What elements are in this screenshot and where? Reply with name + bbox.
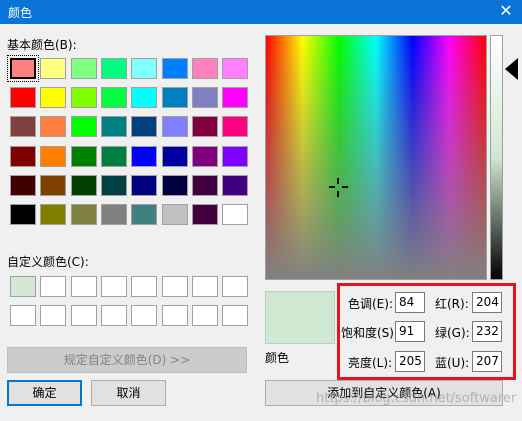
basic-color-swatch[interactable] — [71, 58, 97, 79]
basic-color-swatch[interactable] — [192, 87, 218, 108]
basic-color-swatch[interactable] — [131, 116, 157, 137]
basic-color-swatch[interactable] — [40, 146, 66, 167]
basic-color-swatch[interactable] — [222, 116, 248, 137]
preview-label: 颜色 — [265, 351, 290, 365]
custom-color-swatch[interactable] — [162, 276, 188, 297]
basic-color-swatch[interactable] — [222, 146, 248, 167]
custom-color-swatch[interactable] — [222, 305, 248, 326]
ok-button[interactable]: 确定 — [7, 380, 82, 406]
basic-color-swatch[interactable] — [71, 146, 97, 167]
basic-color-swatch[interactable] — [40, 58, 66, 79]
window-title: 颜色 — [8, 6, 33, 20]
custom-colors-label: 自定义颜色(C): — [7, 255, 89, 269]
custom-color-swatch[interactable] — [101, 305, 127, 326]
hue-field[interactable]: 84 — [395, 292, 425, 313]
crosshair-icon[interactable] — [329, 178, 348, 197]
basic-color-swatch[interactable] — [162, 204, 188, 225]
custom-color-swatch[interactable] — [192, 276, 218, 297]
luminosity-bar[interactable] — [490, 35, 503, 280]
title-bar: 颜色 ✕ — [0, 0, 522, 24]
basic-color-swatch[interactable] — [192, 175, 218, 196]
basic-color-swatch[interactable] — [222, 175, 248, 196]
basic-color-swatch[interactable] — [131, 87, 157, 108]
basic-color-swatch[interactable] — [222, 87, 248, 108]
basic-color-swatch[interactable] — [162, 146, 188, 167]
basic-color-swatch[interactable] — [10, 175, 36, 196]
basic-color-swatch[interactable] — [131, 58, 157, 79]
custom-color-swatch[interactable] — [40, 276, 66, 297]
custom-color-swatch[interactable] — [101, 276, 127, 297]
define-custom-colors-button[interactable]: 规定自定义颜色(D) >> — [7, 347, 247, 373]
basic-color-swatch[interactable] — [192, 204, 218, 225]
custom-color-swatch[interactable] — [131, 276, 157, 297]
custom-color-swatch[interactable] — [131, 305, 157, 326]
close-icon[interactable]: ✕ — [496, 1, 516, 21]
blue-field[interactable]: 207 — [472, 351, 502, 372]
basic-color-swatch[interactable] — [131, 175, 157, 196]
sat-label: 饱和度(S): — [341, 326, 399, 340]
basic-color-swatch[interactable] — [101, 204, 127, 225]
lum-field[interactable]: 205 — [395, 351, 425, 372]
basic-color-swatch[interactable] — [40, 87, 66, 108]
basic-color-swatch[interactable] — [222, 204, 248, 225]
basic-color-swatch[interactable] — [162, 58, 188, 79]
custom-color-swatch[interactable] — [71, 276, 97, 297]
basic-color-swatch[interactable] — [101, 87, 127, 108]
basic-color-swatch[interactable] — [71, 175, 97, 196]
basic-color-swatch[interactable] — [71, 87, 97, 108]
basic-color-swatch[interactable] — [192, 58, 218, 79]
basic-color-swatch[interactable] — [101, 58, 127, 79]
basic-color-swatch[interactable] — [71, 116, 97, 137]
custom-color-swatch[interactable] — [10, 305, 36, 326]
lum-label: 亮度(L): — [348, 356, 393, 370]
basic-color-swatch[interactable] — [192, 116, 218, 137]
blue-label: 蓝(U): — [435, 356, 470, 370]
custom-color-swatch[interactable] — [10, 276, 36, 297]
basic-color-swatch[interactable] — [10, 116, 36, 137]
basic-colors-label: 基本颜色(B): — [7, 38, 77, 52]
basic-color-swatch[interactable] — [40, 175, 66, 196]
basic-color-swatch[interactable] — [131, 204, 157, 225]
basic-color-swatch[interactable] — [40, 116, 66, 137]
basic-color-swatch[interactable] — [222, 58, 248, 79]
color-spectrum[interactable] — [265, 35, 487, 280]
sat-field[interactable]: 91 — [395, 321, 425, 342]
basic-color-swatch[interactable] — [131, 146, 157, 167]
basic-color-swatch[interactable] — [7, 55, 39, 82]
custom-color-swatch[interactable] — [71, 305, 97, 326]
basic-color-swatch[interactable] — [101, 116, 127, 137]
basic-color-swatch[interactable] — [101, 146, 127, 167]
basic-color-swatch[interactable] — [40, 204, 66, 225]
custom-color-swatch[interactable] — [162, 305, 188, 326]
green-label: 绿(G): — [435, 326, 470, 340]
basic-color-swatch[interactable] — [10, 87, 36, 108]
basic-color-swatch[interactable] — [162, 116, 188, 137]
basic-color-swatch[interactable] — [192, 146, 218, 167]
cancel-button[interactable]: 取消 — [91, 380, 166, 406]
custom-color-swatch[interactable] — [40, 305, 66, 326]
red-label: 红(R): — [435, 297, 469, 311]
custom-color-swatch[interactable] — [192, 305, 218, 326]
basic-color-swatch[interactable] — [162, 87, 188, 108]
luminosity-arrow-icon[interactable] — [505, 58, 518, 80]
watermark: https://blog.csdn.net/softwarer — [316, 391, 517, 406]
color-preview — [265, 291, 335, 344]
green-field[interactable]: 232 — [472, 321, 502, 342]
red-field[interactable]: 204 — [472, 292, 502, 313]
basic-color-swatch[interactable] — [71, 204, 97, 225]
hue-label: 色调(E): — [348, 297, 393, 311]
custom-color-swatch[interactable] — [222, 276, 248, 297]
basic-color-swatch[interactable] — [10, 204, 36, 225]
basic-color-swatch[interactable] — [101, 175, 127, 196]
basic-color-swatch[interactable] — [162, 175, 188, 196]
basic-color-swatch[interactable] — [10, 146, 36, 167]
